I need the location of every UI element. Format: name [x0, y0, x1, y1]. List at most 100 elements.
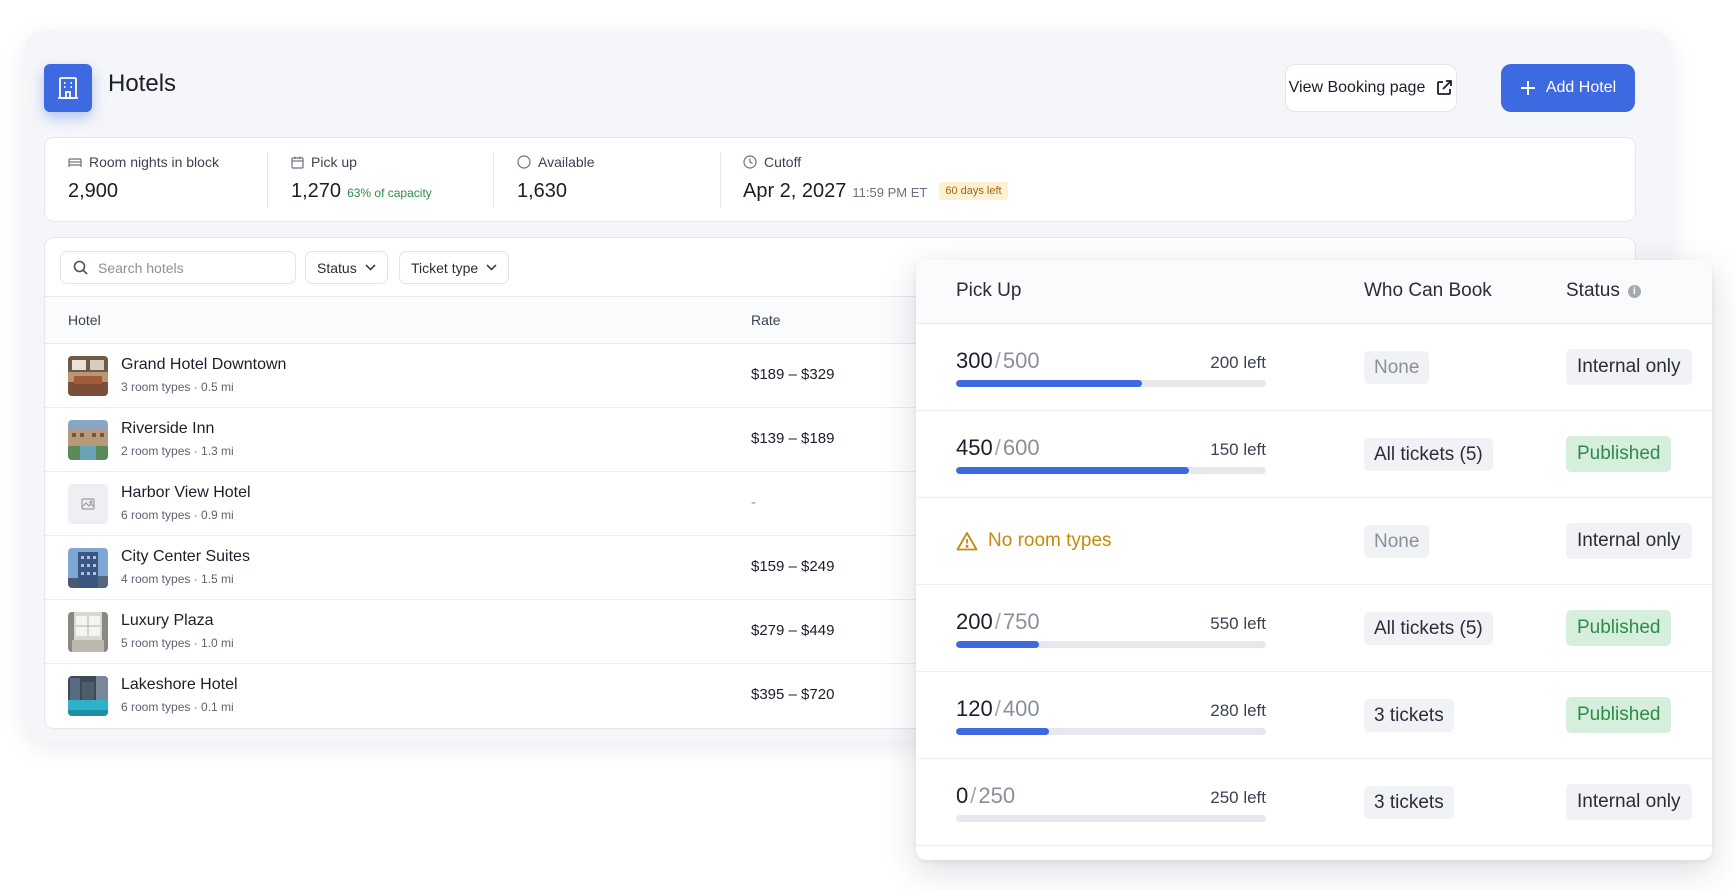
status-badge[interactable]: Internal only: [1566, 349, 1692, 385]
status-badge[interactable]: Internal only: [1566, 523, 1692, 559]
stat-available: Available 1,630: [517, 152, 595, 203]
warning-triangle-icon: [956, 532, 978, 551]
stat-cutoff: Cutoff Apr 2, 2027 11:59 PM ET 60 days l…: [743, 152, 1008, 203]
pickup-progress: 450/600 150 left: [956, 435, 1266, 474]
stat-value: Apr 2, 2027: [743, 180, 847, 202]
stat-divider: [493, 152, 494, 208]
column-header-pick-up: Pick Up: [956, 280, 1022, 301]
search-input[interactable]: Search hotels: [60, 251, 296, 284]
column-header-status: Status i: [1566, 280, 1641, 302]
progress-bar: [956, 380, 1266, 387]
stat-pick-up: Pick up 1,270 63% of capacity: [291, 152, 432, 203]
bed-icon: [68, 158, 82, 167]
status-header-label: Status: [1566, 280, 1620, 301]
view-booking-label: View Booking page: [1288, 79, 1426, 96]
hotel-rate: $279 – $449: [751, 622, 835, 639]
hotel-photo-tower: [68, 548, 108, 588]
picked-count: 0: [956, 783, 969, 808]
hotel-photo-lobby: [68, 356, 108, 396]
picked-count: 300: [956, 348, 993, 373]
total-count: 500: [1002, 348, 1040, 373]
total-count: 400: [1002, 696, 1040, 721]
pickup-progress: 200/750 550 left: [956, 609, 1266, 648]
hotel-name[interactable]: Lakeshore Hotel: [121, 676, 238, 694]
progress-bar: [956, 815, 1266, 822]
rooms-left: 280 left: [1210, 701, 1266, 720]
info-icon[interactable]: i: [1627, 284, 1641, 298]
add-hotel-button[interactable]: Add Hotel: [1501, 64, 1635, 112]
overlay-row[interactable]: No room types None Internal only: [916, 498, 1712, 585]
picked-count: 120: [956, 696, 993, 721]
progress-bar: [956, 467, 1266, 474]
chevron-down-icon: [365, 264, 376, 271]
pickup-progress: 0/250 250 left: [956, 783, 1266, 822]
hotel-photo-room: [68, 612, 108, 652]
hotel-rate: $139 – $189: [751, 430, 835, 447]
hotel-name[interactable]: Grand Hotel Downtown: [121, 356, 286, 374]
stat-room-nights: Room nights in block 2,900: [68, 152, 219, 203]
status-badge[interactable]: Published: [1566, 436, 1672, 472]
stat-value: 1,270: [291, 180, 342, 202]
progress-fill: [956, 467, 1189, 474]
hotel-rate: -: [751, 494, 756, 511]
overlay-header: Pick Up Who Can Book Status i: [916, 260, 1712, 324]
stat-value: 2,900: [68, 180, 119, 202]
progress-fill: [956, 728, 1049, 735]
stat-divider: [267, 152, 268, 208]
column-header-hotel: Hotel: [68, 312, 101, 328]
hotel-name[interactable]: Harbor View Hotel: [121, 484, 251, 502]
view-booking-page-button[interactable]: View Booking page: [1285, 64, 1457, 112]
stat-label: Cutoff: [764, 154, 802, 170]
progress-bar: [956, 728, 1266, 735]
who-can-book-badge: All tickets (5): [1364, 612, 1493, 645]
progress-bar: [956, 641, 1266, 648]
page-title: Hotels: [108, 70, 177, 97]
hotel-name[interactable]: Riverside Inn: [121, 420, 214, 438]
status-badge[interactable]: Internal only: [1566, 784, 1692, 820]
picked-count: 200: [956, 609, 993, 634]
days-left-badge: 60 days left: [939, 182, 1008, 200]
stat-label: Pick up: [311, 154, 357, 170]
image-placeholder-icon: [68, 484, 108, 524]
ticket-type-filter-dropdown[interactable]: Ticket type: [399, 251, 510, 284]
total-count: 600: [1002, 435, 1040, 460]
picked-count: 450: [956, 435, 993, 460]
pickup-status-overlay: Pick Up Who Can Book Status i 300/500 20…: [916, 260, 1712, 860]
pickup-progress: 120/400 280 left: [956, 696, 1266, 735]
hotel-name[interactable]: Luxury Plaza: [121, 612, 214, 630]
overlay-row[interactable]: 300/500 200 left None Internal only: [916, 324, 1712, 411]
search-icon: [73, 260, 88, 275]
circle-icon: [517, 155, 531, 169]
rooms-left: 200 left: [1210, 353, 1266, 372]
cutoff-time: 11:59 PM ET: [852, 185, 928, 200]
warning-text: No room types: [988, 530, 1112, 551]
hotel-photo-pool: [68, 676, 108, 716]
rooms-left: 250 left: [1210, 788, 1266, 807]
overlay-row[interactable]: 120/400 280 left 3 tickets Published: [916, 672, 1712, 759]
plus-icon: [1520, 81, 1535, 95]
column-header-rate: Rate: [751, 312, 781, 328]
rooms-left: 150 left: [1210, 440, 1266, 459]
column-header-who-can-book: Who Can Book: [1364, 280, 1492, 301]
status-badge[interactable]: Published: [1566, 610, 1672, 646]
hotel-meta: 6 room types · 0.9 mi: [121, 508, 234, 522]
clock-icon: [743, 155, 757, 169]
hotel-rate: $159 – $249: [751, 558, 835, 575]
overlay-row[interactable]: 450/600 150 left All tickets (5) Publish…: [916, 411, 1712, 498]
status-badge[interactable]: Published: [1566, 697, 1672, 733]
capacity-percent: 63% of capacity: [347, 186, 432, 200]
chevron-down-icon: [486, 264, 497, 271]
progress-fill: [956, 380, 1142, 387]
hotel-meta: 6 room types · 0.1 mi: [121, 700, 234, 714]
overlay-row[interactable]: 200/750 550 left All tickets (5) Publish…: [916, 585, 1712, 672]
hotel-name[interactable]: City Center Suites: [121, 548, 250, 566]
stats-bar: Room nights in block 2,900 Pick up 1,270…: [44, 137, 1636, 222]
hotel-meta: 5 room types · 1.0 mi: [121, 636, 234, 650]
status-filter-label: Status: [317, 259, 357, 276]
hotel-rate: $189 – $329: [751, 366, 835, 383]
stat-label: Room nights in block: [89, 154, 219, 170]
status-filter-dropdown[interactable]: Status: [305, 251, 388, 284]
hotel-meta: 4 room types · 1.5 mi: [121, 572, 234, 586]
overlay-row[interactable]: 0/250 250 left 3 tickets Internal only: [916, 759, 1712, 846]
no-room-types-warning: No room types: [956, 530, 1112, 552]
